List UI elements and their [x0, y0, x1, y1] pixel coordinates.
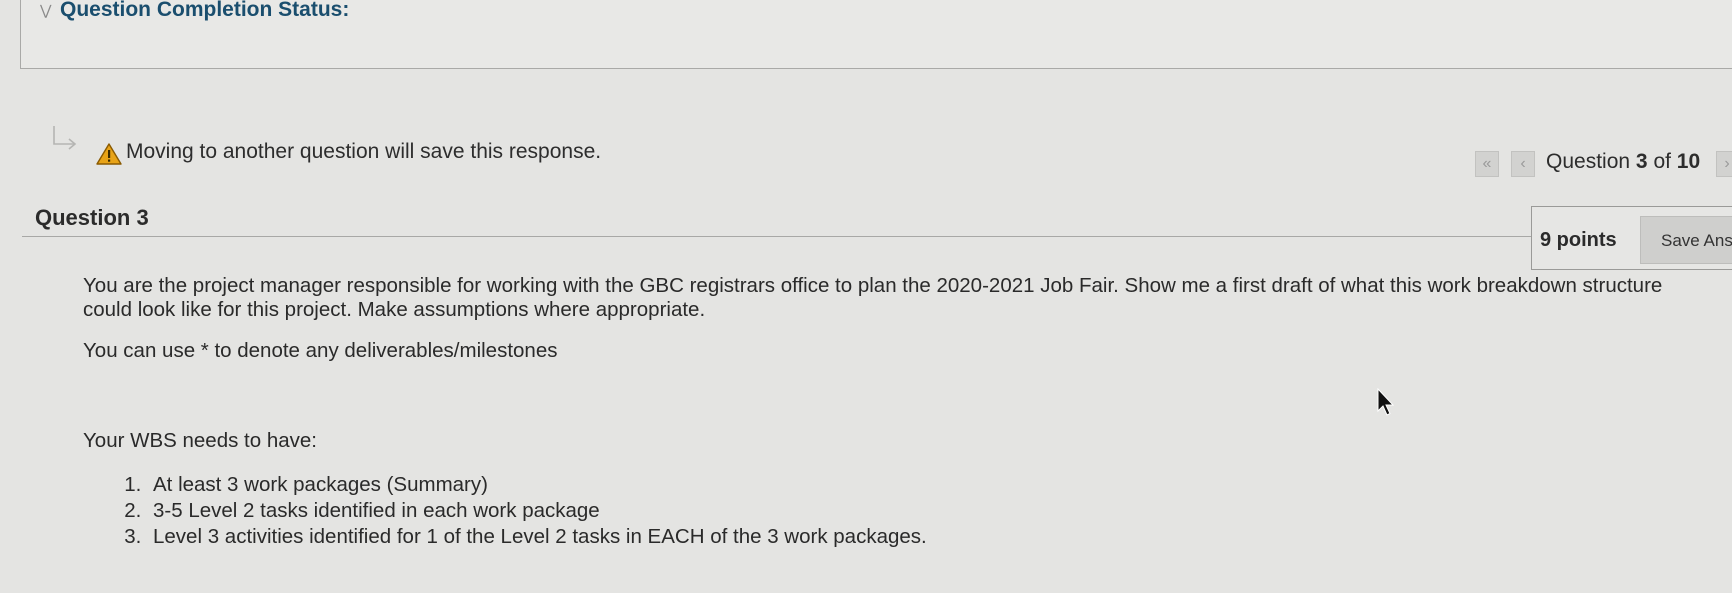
requirements-list: At least 3 work packages (Summary) 3-5 L… — [83, 472, 927, 550]
list-item: Level 3 activities identified for 1 of t… — [147, 524, 927, 550]
question-points: 9 points — [1540, 229, 1617, 251]
question-position: Question 3 of 10 — [1546, 150, 1700, 174]
total-questions: 10 — [1676, 150, 1701, 173]
question-prefix: Question — [1546, 150, 1631, 173]
first-question-button[interactable]: « — [1475, 151, 1499, 177]
hint-arrow-icon — [53, 126, 77, 150]
list-item: At least 3 work packages (Summary) — [147, 472, 927, 498]
question-note: You can use * to denote any deliverables… — [83, 339, 558, 362]
double-chevron-left-icon: « — [1482, 155, 1492, 172]
save-warning-text: Moving to another question will save thi… — [126, 140, 602, 163]
warning-icon — [96, 143, 122, 165]
question-prompt: You are the project manager responsible … — [83, 274, 1663, 321]
question-divider — [22, 236, 1532, 237]
question-title: Question 3 — [35, 205, 149, 230]
of-label: of — [1653, 150, 1671, 173]
collapse-chevron-icon[interactable]: ⋁ — [40, 2, 51, 19]
requirements-intro: Your WBS needs to have: — [83, 429, 317, 452]
completion-status-title[interactable]: Question Completion Status: — [60, 0, 349, 22]
list-item: 3-5 Level 2 tasks identified in each wor… — [147, 498, 927, 524]
mouse-pointer-icon — [1377, 388, 1395, 416]
chevron-left-icon: ‹ — [1520, 155, 1526, 172]
chevron-right-icon: › — [1724, 155, 1730, 172]
previous-question-button[interactable]: ‹ — [1511, 151, 1535, 177]
next-question-button[interactable]: › — [1716, 151, 1732, 177]
current-question-number: 3 — [1635, 150, 1648, 173]
save-answer-button[interactable]: Save Answer — [1640, 216, 1732, 264]
